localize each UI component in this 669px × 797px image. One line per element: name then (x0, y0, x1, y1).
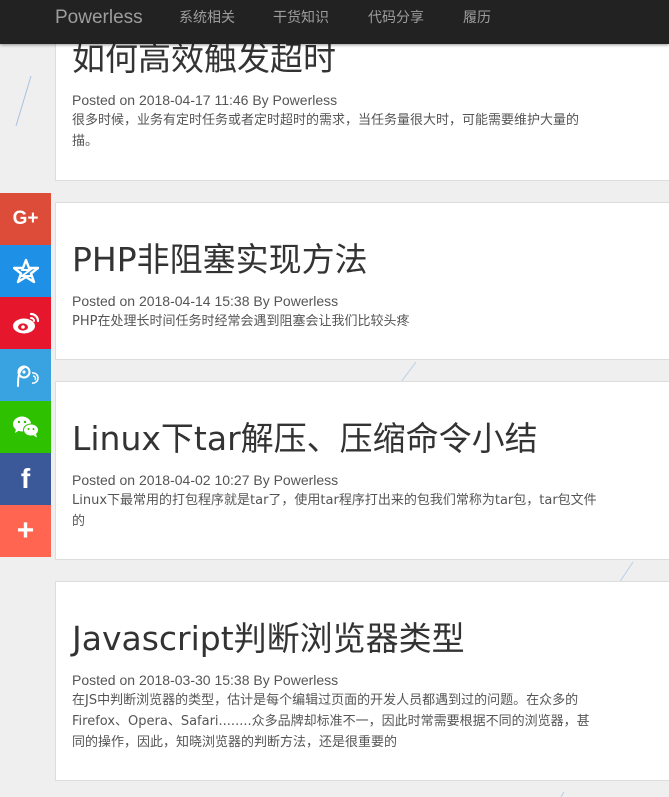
share-facebook-button[interactable]: f (0, 453, 51, 505)
post-excerpt: 在JS中判断浏览器的类型，估计是每个编辑过页面的开发人员都遇到过的问题。在众多的… (72, 690, 669, 753)
wechat-icon (12, 416, 39, 438)
post-title[interactable]: PHP非阻塞实现方法 (72, 240, 368, 280)
post-title[interactable]: 如何高效触发超时 (72, 39, 336, 79)
excerpt-line: 的 (72, 514, 86, 529)
share-tencent-weibo-button[interactable] (0, 349, 51, 401)
excerpt-line: 描。 (72, 134, 99, 149)
site-brand[interactable]: Powerless (55, 6, 143, 30)
nav-link-system[interactable]: 系统相关 (179, 9, 235, 27)
post-card: Linux下tar解压、压缩命令小结 Posted on 2018-04-02 … (55, 381, 669, 560)
excerpt-line: Linux下最常用的打包程序就是tar了，使用tar程序打出来的包我们常称为ta… (72, 493, 597, 508)
post-meta: Posted on 2018-03-30 15:38 By Powerless (72, 672, 339, 688)
post-excerpt: Linux下最常用的打包程序就是tar了，使用tar程序打出来的包我们常称为ta… (72, 490, 669, 532)
post-meta: Posted on 2018-04-14 15:38 By Powerless (72, 293, 339, 309)
post-excerpt: PHP在处理长时间任务时经常会遇到阻塞会让我们比较头疼 (72, 311, 669, 332)
excerpt-line: 很多时候，业务有定时任务或者定时超时的需求，当任务量很大时，可能需要维护大量的 (72, 113, 580, 128)
excerpt-line: Firefox、Opera、Safari........众多品牌却标准不一，因此… (72, 714, 590, 729)
weibo-icon (12, 312, 39, 334)
share-google-plus-button[interactable]: G+ (0, 193, 51, 245)
nav-link-code[interactable]: 代码分享 (368, 9, 424, 27)
post-excerpt: 很多时候，业务有定时任务或者定时超时的需求，当任务量很大时，可能需要维护大量的 … (72, 110, 669, 152)
share-qzone-button[interactable] (0, 245, 51, 297)
nav-link-knowledge[interactable]: 干货知识 (273, 9, 329, 27)
nav-link-resume[interactable]: 履历 (463, 9, 491, 27)
share-weibo-button[interactable] (0, 297, 51, 349)
post-meta: Posted on 2018-04-17 11:46 By Powerless (72, 92, 338, 108)
excerpt-line: PHP在处理长时间任务时经常会遇到阻塞会让我们比较头疼 (72, 314, 410, 329)
top-navbar: Powerless 系统相关 干货知识 代码分享 履历 (0, 0, 669, 44)
post-title[interactable]: Javascript判断浏览器类型 (72, 619, 465, 659)
plus-icon: + (16, 514, 35, 547)
excerpt-line: 在JS中判断浏览器的类型，估计是每个编辑过页面的开发人员都遇到过的问题。在众多的 (72, 693, 579, 708)
excerpt-line: 同的操作，因此，知晓浏览器的判断方法，还是很重要的 (72, 735, 398, 750)
qzone-icon (12, 258, 39, 284)
post-title[interactable]: Linux下tar解压、压缩命令小结 (72, 419, 538, 459)
google-plus-icon: G+ (12, 208, 39, 229)
post-card: Javascript判断浏览器类型 Posted on 2018-03-30 1… (55, 581, 669, 781)
facebook-icon: f (20, 463, 31, 494)
share-more-button[interactable]: + (0, 505, 51, 557)
share-sidebar: G+ f + (0, 193, 51, 557)
share-wechat-button[interactable] (0, 401, 51, 453)
tencent-weibo-icon (16, 365, 39, 387)
post-meta: Posted on 2018-04-02 10:27 By Powerless (72, 472, 339, 488)
post-card: PHP非阻塞实现方法 Posted on 2018-04-14 15:38 By… (55, 202, 669, 360)
